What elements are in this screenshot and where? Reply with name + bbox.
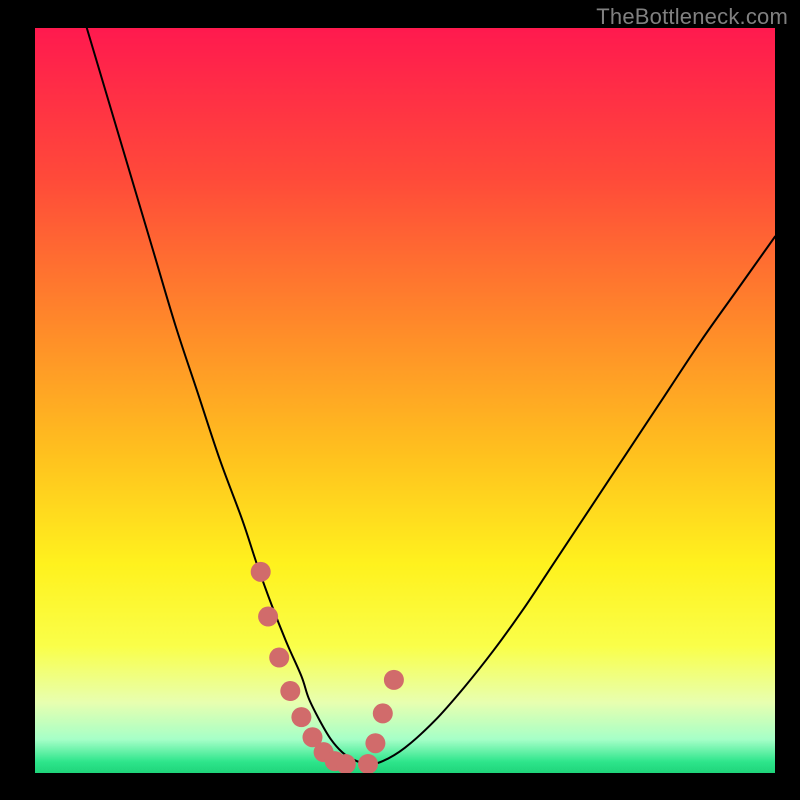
- watermark-text: TheBottleneck.com: [596, 4, 788, 30]
- marker-dot: [251, 562, 271, 582]
- marker-dot: [373, 703, 393, 723]
- marker-dot: [291, 707, 311, 727]
- bottleneck-curve: [87, 28, 775, 764]
- marker-dot: [269, 648, 289, 668]
- chart-frame: TheBottleneck.com: [0, 0, 800, 800]
- plot-area: [35, 28, 775, 773]
- marker-dot: [384, 670, 404, 690]
- curve-overlay: [35, 28, 775, 773]
- marker-dot: [258, 607, 278, 627]
- marker-cluster: [251, 562, 404, 773]
- marker-dot: [365, 733, 385, 753]
- marker-dot: [358, 754, 378, 773]
- marker-dot: [280, 681, 300, 701]
